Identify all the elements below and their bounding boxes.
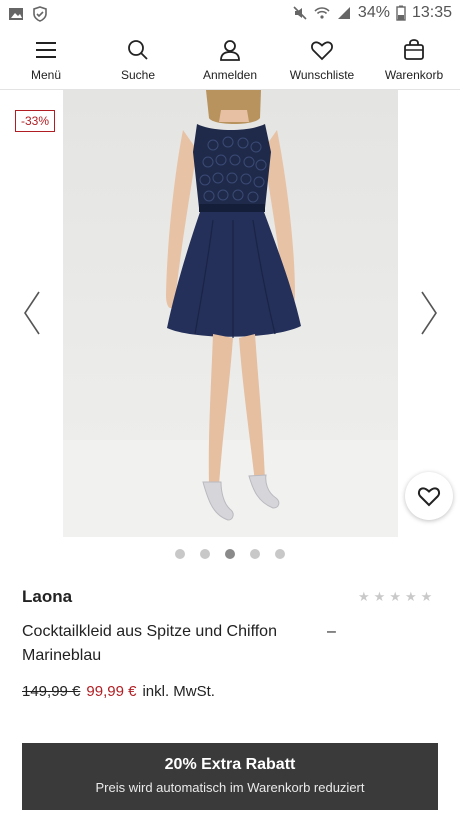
product-photo[interactable] bbox=[63, 90, 398, 537]
image-icon bbox=[9, 8, 23, 20]
shield-icon bbox=[33, 6, 47, 22]
gallery-dot[interactable] bbox=[275, 549, 285, 559]
nav-login[interactable]: Anmelden bbox=[184, 28, 276, 89]
nav-wishlist[interactable]: Wunschliste bbox=[276, 28, 368, 89]
nav-cart-label: Warenkorb bbox=[384, 68, 444, 82]
promo-banner[interactable]: 20% Extra Rabatt Preis wird automatisch … bbox=[22, 743, 438, 810]
nav-cart[interactable]: Warenkorb bbox=[368, 28, 460, 89]
mute-icon bbox=[293, 6, 307, 20]
chevron-left-icon[interactable] bbox=[22, 290, 42, 336]
star-icon: ★ bbox=[404, 589, 417, 604]
nav-menu-label: Menü bbox=[30, 68, 62, 82]
bag-icon bbox=[404, 39, 424, 60]
nav-wishlist-label: Wunschliste bbox=[289, 68, 355, 82]
star-icon: ★ bbox=[358, 589, 370, 604]
old-price: 149,99 € bbox=[22, 683, 81, 700]
nav-menu[interactable]: Menü bbox=[0, 28, 92, 89]
gallery-dot[interactable] bbox=[250, 549, 260, 559]
add-to-wishlist-button[interactable] bbox=[405, 472, 453, 520]
user-icon bbox=[220, 40, 240, 61]
gallery-dot-active[interactable] bbox=[225, 549, 235, 559]
gallery-dot[interactable] bbox=[200, 549, 210, 559]
status-bar: 34% 13:35 bbox=[0, 0, 460, 28]
discount-badge: -33% bbox=[15, 110, 56, 132]
gallery-pagination bbox=[0, 549, 460, 561]
tax-note: inkl. MwSt. bbox=[142, 683, 215, 700]
model-wearing-dress-illustration bbox=[166, 90, 301, 521]
sale-price: 99,99 € bbox=[86, 683, 137, 700]
product-gallery[interactable]: -33% bbox=[0, 90, 460, 538]
nav-search-label: Suche bbox=[120, 68, 156, 82]
star-icon: ★ bbox=[373, 589, 386, 604]
star-icon: ★ bbox=[389, 589, 401, 604]
promo-title: 20% Extra Rabatt bbox=[164, 756, 296, 773]
product-brand[interactable]: Laona bbox=[22, 587, 72, 607]
heart-icon bbox=[311, 41, 333, 61]
signal-icon bbox=[337, 7, 350, 19]
clock: 13:35 bbox=[411, 4, 452, 21]
heart-icon bbox=[417, 487, 441, 507]
product-title: Cocktailkleid aus Spitze und Chiffon Mar… bbox=[22, 623, 277, 664]
price-row: 149,99 € 99,99 € inkl. MwSt. bbox=[22, 683, 215, 700]
rating-stars[interactable]: ★ ★ ★ ★ ★ bbox=[358, 590, 432, 604]
battery-percent: 34% bbox=[357, 4, 390, 21]
nav-login-label: Anmelden bbox=[202, 68, 258, 82]
search-icon bbox=[128, 40, 148, 60]
nav-search[interactable]: Suche bbox=[92, 28, 184, 89]
top-navigation: Menü Suche Anmelden Wunschliste Warenkor… bbox=[0, 28, 460, 90]
star-icon: ★ bbox=[420, 589, 433, 604]
chevron-right-icon[interactable] bbox=[419, 290, 439, 336]
hamburger-icon bbox=[36, 42, 56, 58]
battery-icon bbox=[396, 5, 406, 21]
wifi-icon bbox=[314, 7, 330, 19]
promo-subtitle: Preis wird automatisch im Warenkorb redu… bbox=[95, 780, 365, 795]
gallery-dot[interactable] bbox=[175, 549, 185, 559]
title-dash: – bbox=[327, 623, 336, 640]
